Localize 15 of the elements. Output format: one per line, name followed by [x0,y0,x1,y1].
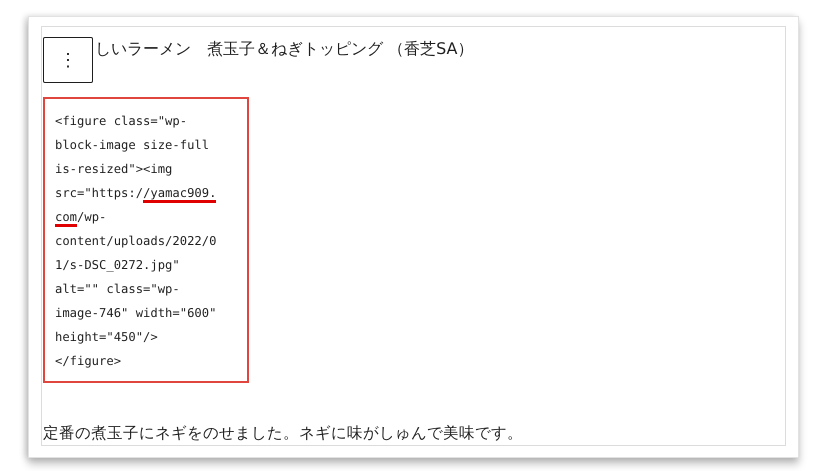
code-line: height="450"/> [55,329,159,346]
code-line: block-image size-full [55,137,210,154]
code-line: 1/s-DSC_0272.jpg" [55,257,181,274]
code-line: src="https://yamac909. [55,181,239,205]
code-line: alt="" class="wp- [55,281,181,298]
html-code-block[interactable]: <figure class="wp- block-image size-full is-resized"><img src="https://yamac909. com/wp- content/uploads/2022/0 1/s-DSC_0272.jpg" alt="" class="wp- image-746" width="600" height="450"/> </figure> [43,97,249,383]
code-line: </figure> [55,353,122,370]
options-button[interactable]: ⋮ [43,37,93,83]
code-line: is-resized"><img [55,161,174,178]
code-line: <figure class="wp- [55,113,188,130]
paragraph-text: 定番の煮玉子にネギをのせました。ネギに味がしゅんで美味です。 [43,423,524,444]
post-title: しいラーメン 煮玉子＆ねぎトッピング （香芝SA） [95,39,474,60]
code-line: com/wp- [55,205,239,229]
code-line: content/uploads/2022/0 [55,233,218,250]
code-line: image-746" width="600" [55,305,218,322]
